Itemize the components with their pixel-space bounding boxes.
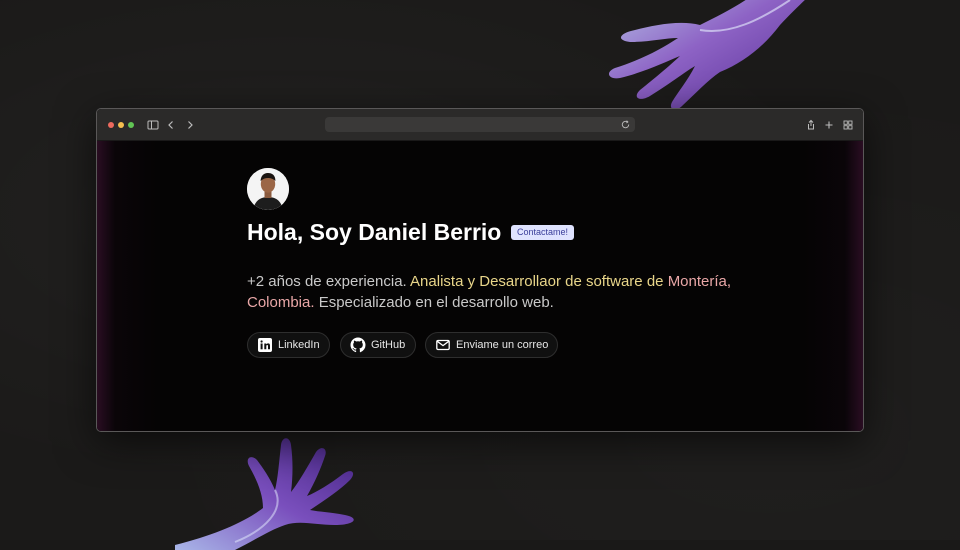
intro-description: +2 años de experiencia. Analista y Desar… bbox=[247, 271, 767, 313]
github-icon bbox=[350, 337, 366, 353]
browser-titlebar bbox=[97, 109, 863, 141]
page-content: Hola, Soy Daniel Berrio Contactame! +2 a… bbox=[97, 141, 863, 431]
plus-icon[interactable] bbox=[822, 118, 836, 132]
browser-window: Hola, Soy Daniel Berrio Contactame! +2 a… bbox=[96, 108, 864, 432]
share-icon[interactable] bbox=[804, 118, 818, 132]
linkedin-button[interactable]: LinkedIn bbox=[247, 332, 330, 358]
desc-text-2: Especializado en el desarrollo web. bbox=[314, 294, 554, 311]
back-icon[interactable] bbox=[164, 118, 178, 132]
github-button[interactable]: GitHub bbox=[340, 332, 416, 358]
tabs-grid-icon[interactable] bbox=[841, 118, 855, 132]
desc-highlight-role: Analista y Desarrollaor de software de bbox=[410, 273, 664, 290]
linkedin-label: LinkedIn bbox=[278, 339, 320, 351]
avatar bbox=[247, 168, 289, 210]
hand-top-illustration bbox=[609, 0, 805, 110]
page-title: Hola, Soy Daniel Berrio bbox=[247, 219, 502, 245]
github-label: GitHub bbox=[371, 339, 406, 351]
address-bar[interactable] bbox=[325, 117, 635, 132]
sidebar-icon[interactable] bbox=[146, 118, 160, 132]
reload-icon[interactable] bbox=[620, 119, 631, 130]
desc-text-1: +2 años de experiencia. bbox=[247, 273, 411, 290]
email-button[interactable]: Enviame un correo bbox=[425, 332, 558, 358]
linkedin-icon bbox=[258, 338, 272, 352]
hand-bottom-illustration bbox=[175, 438, 354, 550]
close-window-button[interactable] bbox=[108, 122, 114, 128]
minimize-window-button[interactable] bbox=[118, 122, 124, 128]
email-label: Enviame un correo bbox=[456, 339, 549, 351]
mail-icon bbox=[436, 339, 450, 351]
avatar-portrait bbox=[247, 168, 289, 210]
forward-icon[interactable] bbox=[183, 118, 197, 132]
zoom-window-button[interactable] bbox=[128, 122, 134, 128]
contact-badge[interactable]: Contactame! bbox=[511, 225, 575, 240]
